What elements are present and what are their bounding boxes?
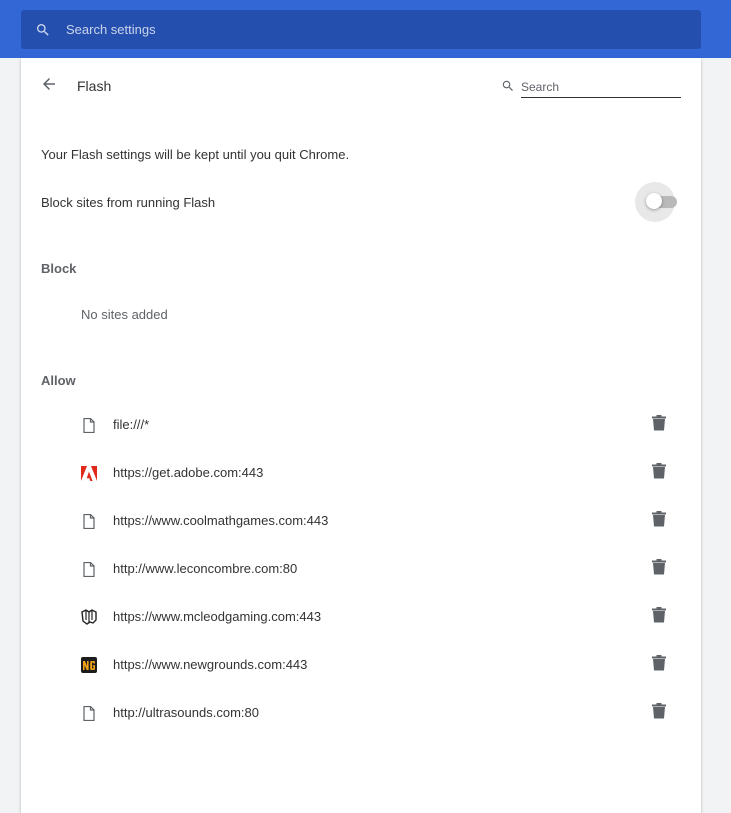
subpage-search-input[interactable] (521, 76, 681, 98)
block-section-title: Block (41, 261, 77, 276)
flash-settings-card: Flash Your Flash settings will be kept u… (21, 58, 701, 813)
trash-icon (652, 654, 666, 676)
flash-info-text: Your Flash settings will be kept until y… (41, 147, 350, 162)
block-empty-text: No sites added (81, 307, 168, 322)
mcleodgaming-icon (81, 609, 97, 625)
page-title: Flash (77, 78, 112, 94)
block-flash-toggle[interactable] (635, 182, 677, 222)
file-icon (81, 513, 97, 529)
site-url: https://get.adobe.com:443 (113, 465, 264, 480)
newgrounds-icon (81, 657, 97, 673)
delete-site-button[interactable] (648, 702, 670, 724)
trash-icon (652, 558, 666, 580)
delete-site-button[interactable] (648, 558, 670, 580)
settings-search-placeholder: Search settings (66, 22, 156, 37)
delete-site-button[interactable] (648, 414, 670, 436)
site-row: http://www.leconcombre.com:80 (21, 545, 701, 593)
site-url: https://www.mcleodgaming.com:443 (113, 609, 322, 624)
site-url: https://www.coolmathgames.com:443 (113, 513, 329, 528)
trash-icon (652, 462, 666, 484)
search-icon (501, 79, 515, 93)
arrow-back-icon (40, 75, 58, 98)
search-icon (34, 21, 52, 39)
back-button[interactable] (38, 75, 60, 97)
delete-site-button[interactable] (648, 654, 670, 676)
trash-icon (652, 606, 666, 628)
subpage-header: Flash (21, 58, 701, 114)
file-icon (81, 561, 97, 577)
block-flash-label: Block sites from running Flash (41, 195, 216, 210)
site-row: https://www.coolmathgames.com:443 (21, 497, 701, 545)
site-row: file:///* (21, 401, 701, 449)
delete-site-button[interactable] (648, 510, 670, 532)
trash-icon (652, 510, 666, 532)
site-row: https://www.mcleodgaming.com:443 (21, 593, 701, 641)
settings-search-box[interactable]: Search settings (21, 10, 701, 49)
site-row: http://ultrasounds.com:80 (21, 689, 701, 737)
file-icon (81, 417, 97, 433)
subpage-search (501, 76, 681, 98)
site-url: https://www.newgrounds.com:443 (113, 657, 308, 672)
settings-toolbar: Search settings (0, 0, 731, 58)
site-row: https://get.adobe.com:443 (21, 449, 701, 497)
trash-icon (652, 414, 666, 436)
site-url: file:///* (113, 417, 150, 432)
site-url: http://www.leconcombre.com:80 (113, 561, 298, 576)
site-row: https://www.newgrounds.com:443 (21, 641, 701, 689)
file-icon (81, 705, 97, 721)
toggle-knob (646, 193, 662, 209)
delete-site-button[interactable] (648, 606, 670, 628)
adobe-icon (81, 465, 97, 481)
site-url: http://ultrasounds.com:80 (113, 705, 259, 720)
allow-section-title: Allow (41, 373, 76, 388)
trash-icon (652, 702, 666, 724)
delete-site-button[interactable] (648, 462, 670, 484)
